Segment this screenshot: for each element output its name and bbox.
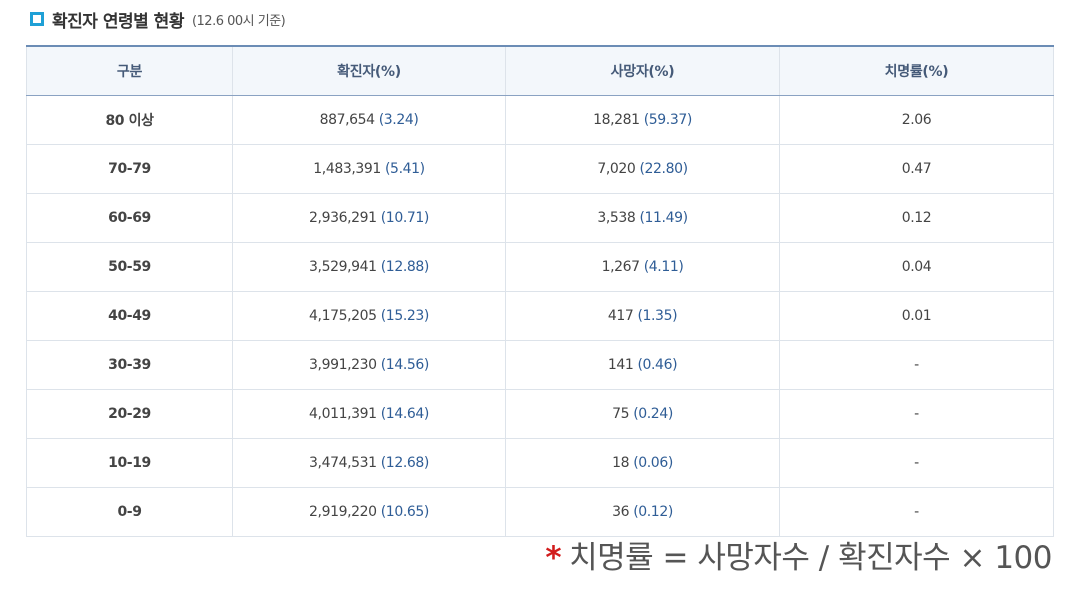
deaths-percent: (0.06) (633, 455, 673, 471)
table-row: 70-79 1,483,391 (5.41) 7,020 (22.80) 0.47 (26, 144, 1054, 194)
age-group-cell: 50-59 (26, 242, 233, 292)
deaths-cell: 7,020 (22.80) (505, 144, 780, 194)
fatality-formula: * 치명률 = 사망자수 / 확진자수 × 100 (545, 532, 1052, 577)
fatality-rate-cell: 0.47 (779, 144, 1054, 194)
deaths-cell: 18 (0.06) (505, 438, 780, 488)
deaths-percent: (0.46) (637, 357, 678, 373)
table-row: 20-29 4,011,391 (14.64) 75 (0.24) - (26, 389, 1054, 439)
cases-count: 4,011,391 (309, 406, 377, 422)
cases-count: 1,483,391 (313, 161, 381, 177)
fatality-rate-cell: 2.06 (779, 95, 1054, 145)
cases-cell: 4,011,391 (14.64) (232, 389, 506, 439)
age-stats-table: 구분 확진자(%) 사망자(%) 치명률(%) 80 이상 887,654 (3.… (26, 45, 1054, 537)
cases-percent: (12.88) (380, 259, 430, 275)
age-group-cell: 40-49 (26, 291, 233, 341)
cases-cell: 2,936,291 (10.71) (232, 193, 506, 243)
cases-count: 887,654 (319, 112, 375, 128)
deaths-percent: (0.24) (633, 406, 673, 422)
cases-cell: 887,654 (3.24) (232, 95, 506, 145)
deaths-percent: (59.37) (643, 112, 693, 128)
cases-percent: (12.68) (380, 455, 430, 471)
age-group-cell: 0-9 (26, 487, 233, 537)
fatality-rate-cell: - (779, 438, 1054, 488)
cases-count: 3,529,941 (309, 259, 377, 275)
table-row: 60-69 2,936,291 (10.71) 3,538 (11.49) 0.12 (26, 193, 1054, 243)
table-row: 50-59 3,529,941 (12.88) 1,267 (4.11) 0.04 (26, 242, 1054, 292)
cases-cell: 3,529,941 (12.88) (232, 242, 506, 292)
age-group-cell: 70-79 (26, 144, 233, 194)
fatality-rate-cell: - (779, 340, 1054, 390)
column-header-category: 구분 (26, 46, 233, 96)
cases-count: 2,919,220 (309, 504, 377, 520)
square-bullet-icon (30, 12, 44, 26)
deaths-count: 417 (607, 308, 634, 324)
section-title: 확진자 연령별 현황 (52, 11, 184, 32)
formula-text: 치명률 = 사망자수 / 확진자수 × 100 (569, 540, 1052, 576)
fatality-rate-cell: 0.04 (779, 242, 1054, 292)
table-header-row: 구분 확진자(%) 사망자(%) 치명률(%) (26, 46, 1054, 96)
fatality-rate-cell: 0.12 (779, 193, 1054, 243)
deaths-cell: 417 (1.35) (505, 291, 780, 341)
deaths-count: 75 (612, 406, 630, 422)
age-group-cell: 60-69 (26, 193, 233, 243)
column-header-fatality: 치명률(%) (779, 46, 1054, 96)
cases-percent: (14.64) (380, 406, 430, 422)
cases-count: 3,474,531 (309, 455, 377, 471)
age-group-cell: 20-29 (26, 389, 233, 439)
deaths-cell: 1,267 (4.11) (505, 242, 780, 292)
fatality-rate-cell: 0.01 (779, 291, 1054, 341)
cases-cell: 2,919,220 (10.65) (232, 487, 506, 537)
table-row: 10-19 3,474,531 (12.68) 18 (0.06) - (26, 438, 1054, 488)
age-group-cell: 80 이상 (26, 95, 233, 145)
table-body: 80 이상 887,654 (3.24) 18,281 (59.37) 2.06 70-… (26, 95, 1054, 537)
cases-cell: 4,175,205 (15.23) (232, 291, 506, 341)
fatality-rate-cell: - (779, 487, 1054, 537)
table-row: 40-49 4,175,205 (15.23) 417 (1.35) 0.01 (26, 291, 1054, 341)
deaths-cell: 36 (0.12) (505, 487, 780, 537)
deaths-percent: (4.11) (643, 259, 684, 275)
table-row: 30-39 3,991,230 (14.56) 141 (0.46) - (26, 340, 1054, 390)
deaths-percent: (0.12) (633, 504, 673, 520)
deaths-count: 18 (612, 455, 630, 471)
age-group-cell: 10-19 (26, 438, 233, 488)
table-row: 80 이상 887,654 (3.24) 18,281 (59.37) 2.06 (26, 95, 1054, 145)
cases-percent: (14.56) (380, 357, 430, 373)
deaths-count: 3,538 (597, 210, 636, 226)
cases-count: 3,991,230 (309, 357, 377, 373)
deaths-cell: 75 (0.24) (505, 389, 780, 439)
deaths-percent: (11.49) (639, 210, 688, 226)
deaths-cell: 141 (0.46) (505, 340, 780, 390)
cases-count: 2,936,291 (309, 210, 377, 226)
reference-date-note: (12.6 00시 기준) (191, 13, 286, 29)
asterisk-marker: * (545, 540, 562, 576)
cases-cell: 3,991,230 (14.56) (232, 340, 506, 390)
cases-cell: 1,483,391 (5.41) (232, 144, 506, 194)
section-header: 확진자 연령별 현황 (12.6 00시 기준) (30, 6, 286, 32)
fatality-rate-cell: - (779, 389, 1054, 439)
cases-percent: (5.41) (385, 161, 425, 177)
cases-percent: (15.23) (380, 308, 430, 324)
age-group-cell: 30-39 (26, 340, 233, 390)
cases-percent: (10.71) (380, 210, 430, 226)
table-row: 0-9 2,919,220 (10.65) 36 (0.12) - (26, 487, 1054, 537)
cases-cell: 3,474,531 (12.68) (232, 438, 506, 488)
cases-percent: (10.65) (380, 504, 430, 520)
deaths-cell: 3,538 (11.49) (505, 193, 780, 243)
deaths-percent: (22.80) (639, 161, 688, 177)
deaths-count: 36 (612, 504, 630, 520)
deaths-count: 18,281 (593, 112, 640, 128)
cases-percent: (3.24) (378, 112, 419, 128)
deaths-count: 7,020 (597, 161, 636, 177)
deaths-count: 141 (607, 357, 634, 373)
deaths-count: 1,267 (601, 259, 640, 275)
column-header-cases: 확진자(%) (232, 46, 506, 96)
cases-count: 4,175,205 (309, 308, 377, 324)
column-header-deaths: 사망자(%) (505, 46, 780, 96)
deaths-cell: 18,281 (59.37) (505, 95, 780, 145)
deaths-percent: (1.35) (637, 308, 678, 324)
